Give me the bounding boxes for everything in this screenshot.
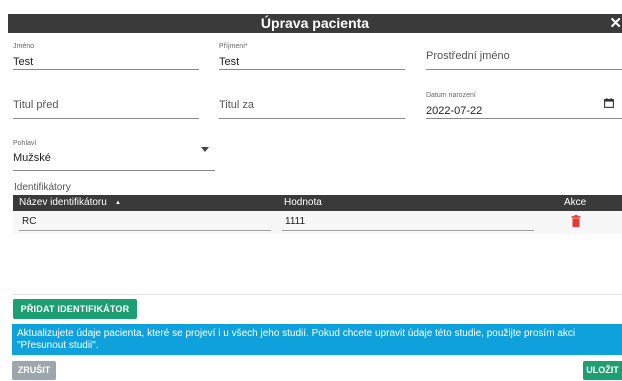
identifier-value-cell[interactable]: 1111	[282, 215, 534, 231]
middle-name-field[interactable]: Prostřední jméno	[426, 42, 622, 70]
chevron-down-icon[interactable]	[201, 147, 209, 152]
table-row: RC 1111	[13, 211, 622, 234]
title-after-placeholder[interactable]: Titul za	[219, 98, 254, 112]
identifiers-table: Název identifikátoru ▲ Hodnota Akce RC 1…	[13, 195, 622, 295]
middle-name-underline	[426, 69, 622, 70]
gender-value[interactable]: Mužské	[13, 151, 51, 165]
sort-asc-icon[interactable]: ▲	[115, 195, 121, 211]
title-before-underline	[13, 118, 199, 119]
title-before-field[interactable]: Titul před	[13, 91, 199, 119]
last-name-underline	[219, 69, 405, 70]
first-name-underline	[13, 69, 199, 70]
dialog-header: Úprava pacienta ✕	[8, 14, 622, 33]
middle-name-placeholder[interactable]: Prostřední jméno	[426, 49, 510, 63]
identifier-name-underline	[19, 230, 271, 231]
cancel-button[interactable]: ZRUŠIT	[12, 361, 56, 380]
close-icon[interactable]: ✕	[608, 14, 622, 33]
title-after-underline	[219, 118, 405, 119]
birth-date-label: Datum narození	[426, 92, 476, 99]
trash-icon[interactable]	[571, 215, 581, 227]
add-identifier-button[interactable]: PŘIDAT IDENTIFIKÁTOR	[13, 299, 137, 319]
first-name-field[interactable]: Jméno Test	[13, 42, 199, 70]
last-name-field[interactable]: Příjmení* Test	[219, 42, 405, 70]
title-before-placeholder[interactable]: Titul před	[13, 98, 58, 112]
last-name-label: Příjmení*	[219, 43, 248, 50]
identifiers-label: Identifikátory	[14, 182, 71, 193]
birth-date-underline	[426, 118, 622, 119]
save-button[interactable]: ULOŽIT	[583, 361, 622, 380]
last-name-value[interactable]: Test	[219, 55, 239, 69]
column-header-value[interactable]: Hodnota	[284, 195, 322, 211]
birth-date-field[interactable]: Datum narození 2022-07-22	[426, 91, 622, 119]
gender-underline	[13, 170, 215, 171]
first-name-label: Jméno	[13, 43, 35, 50]
title-after-field[interactable]: Titul za	[219, 91, 405, 119]
birth-date-value[interactable]: 2022-07-22	[426, 104, 482, 118]
info-banner: Aktualizujete údaje pacienta, které se p…	[12, 324, 622, 355]
identifier-name-value: RC	[22, 216, 37, 227]
column-header-actions: Akce	[564, 197, 587, 208]
dialog-title: Úprava pacienta	[260, 15, 370, 31]
gender-select[interactable]: Pohlaví Mužské	[13, 139, 215, 171]
gender-label: Pohlaví	[13, 140, 37, 147]
calendar-icon[interactable]	[604, 98, 614, 108]
identifier-value-underline	[282, 230, 534, 231]
column-header-name[interactable]: Název identifikátoru	[19, 195, 107, 211]
table-header: Název identifikátoru ▲ Hodnota Akce	[13, 195, 622, 211]
identifier-name-cell[interactable]: RC	[19, 215, 271, 231]
first-name-value[interactable]: Test	[13, 55, 33, 69]
identifier-value-value: 1111	[285, 216, 306, 227]
